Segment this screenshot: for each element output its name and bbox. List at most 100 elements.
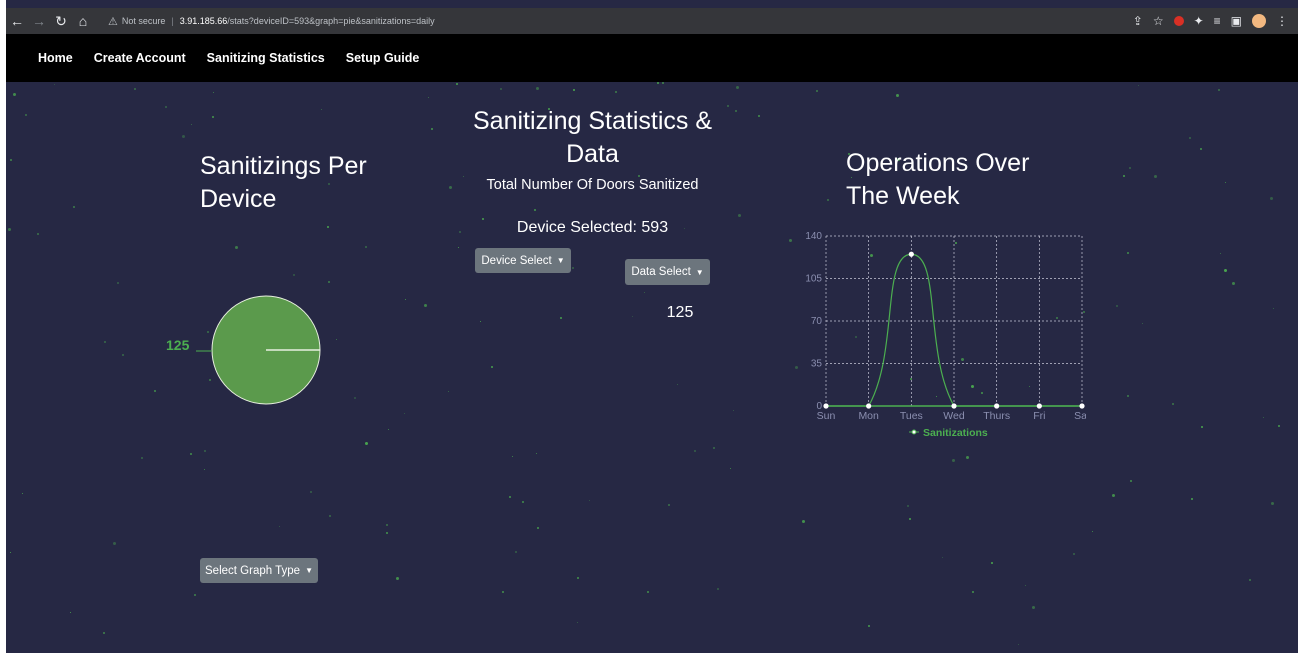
- device-select-dropdown[interactable]: Device Select ▼: [475, 248, 571, 273]
- star-dot: [537, 527, 539, 529]
- separator: |: [171, 16, 174, 26]
- share-icon[interactable]: ⇪: [1133, 14, 1143, 28]
- star-dot: [736, 86, 739, 89]
- legend-label: Sanitizations: [923, 427, 988, 439]
- star-dot: [456, 83, 458, 85]
- reload-icon[interactable]: ↻: [50, 13, 72, 30]
- star-dot: [515, 551, 517, 553]
- extension-icon[interactable]: [1173, 16, 1184, 26]
- star-dot: [730, 468, 731, 469]
- x-tick-label: Fri: [1033, 410, 1045, 422]
- caret-down-icon: ▼: [305, 566, 313, 575]
- nav-sanitizing-statistics[interactable]: Sanitizing Statistics: [207, 51, 325, 65]
- star-dot: [758, 115, 760, 117]
- y-tick-label: 105: [805, 274, 822, 285]
- star-dot: [1018, 644, 1019, 645]
- star-dot: [733, 410, 734, 411]
- star-dot: [534, 209, 536, 211]
- star-dot: [1032, 606, 1035, 609]
- title-line: Data: [566, 140, 619, 168]
- star-dot: [365, 246, 367, 248]
- star-dot: [1200, 148, 1202, 150]
- caret-down-icon: ▼: [695, 267, 704, 277]
- star-dot: [577, 577, 579, 579]
- star-dot: [321, 109, 322, 110]
- bookmark-star-icon[interactable]: ☆: [1153, 14, 1164, 28]
- star-dot: [448, 391, 449, 392]
- browser-toolbar: ← → ↻ ⌂ ⚠ Not secure | 3.91.185.66 /stat…: [6, 8, 1298, 34]
- star-dot: [713, 447, 715, 449]
- star-dot: [117, 282, 119, 284]
- browser-actions: ⇪ ☆ ✦ ≡ ▣ ⋮: [1133, 14, 1298, 28]
- star-dot: [572, 267, 574, 269]
- star-dot: [1249, 579, 1251, 581]
- data-point: [908, 251, 914, 257]
- star-dot: [25, 114, 27, 116]
- reading-list-icon[interactable]: ≡: [1214, 14, 1221, 28]
- address-bar[interactable]: ⚠ Not secure | 3.91.185.66 /stats?device…: [108, 15, 435, 28]
- nav-create-account[interactable]: Create Account: [94, 51, 186, 65]
- puzzle-extensions-icon[interactable]: ✦: [1194, 14, 1204, 28]
- forward-icon[interactable]: →: [28, 13, 50, 29]
- star-dot: [509, 496, 511, 498]
- menu-dots-icon[interactable]: ⋮: [1276, 14, 1288, 28]
- star-dot: [738, 214, 741, 217]
- star-dot: [141, 457, 143, 459]
- star-dot: [458, 247, 459, 248]
- star-dot: [1130, 480, 1132, 482]
- star-dot: [942, 557, 943, 558]
- profile-avatar[interactable]: [1252, 14, 1266, 28]
- star-dot: [589, 500, 590, 501]
- line-chart: 03570105140SunMonTuesWedThursFriSatSanit…: [805, 231, 1086, 439]
- nav-setup-guide[interactable]: Setup Guide: [346, 51, 420, 65]
- star-dot: [522, 501, 524, 503]
- data-point: [823, 403, 829, 409]
- main-navbar: Home Create Account Sanitizing Statistic…: [6, 34, 1298, 82]
- star-dot: [536, 87, 539, 90]
- star-dot: [1220, 253, 1221, 254]
- device-selected-text: Device Selected: 593: [516, 219, 669, 236]
- star-dot: [235, 246, 238, 249]
- star-dot: [212, 116, 214, 118]
- star-dot: [615, 91, 617, 93]
- title-line: The Week: [846, 182, 960, 210]
- data-point: [951, 403, 957, 409]
- star-dot: [1172, 403, 1174, 405]
- star-dot: [13, 93, 16, 96]
- star-dot: [632, 316, 633, 317]
- nav-home[interactable]: Home: [38, 51, 73, 65]
- star-dot: [10, 159, 12, 161]
- star-dot: [134, 88, 136, 90]
- title-line: Device: [200, 185, 277, 213]
- title-line: Sanitizing Statistics &: [473, 107, 712, 135]
- star-dot: [327, 226, 329, 228]
- star-dot: [1189, 137, 1191, 139]
- data-select-dropdown[interactable]: Data Select ▼: [625, 259, 710, 285]
- back-icon[interactable]: ←: [6, 13, 28, 29]
- star-dot: [1271, 502, 1274, 505]
- star-dot: [293, 274, 295, 276]
- data-point: [1079, 403, 1085, 409]
- star-dot: [1263, 417, 1264, 418]
- star-dot: [204, 469, 205, 470]
- star-dot: [405, 299, 406, 300]
- star-dot: [213, 92, 214, 93]
- star-dot: [279, 526, 280, 527]
- star-dot: [386, 532, 388, 534]
- star-dot: [966, 456, 969, 459]
- star-dot: [1092, 531, 1093, 532]
- star-dot: [336, 339, 337, 340]
- star-dot: [1123, 175, 1125, 177]
- star-dot: [500, 88, 502, 90]
- side-panel-icon[interactable]: ▣: [1231, 14, 1242, 28]
- select-graph-type-dropdown[interactable]: Select Graph Type ▼: [200, 558, 318, 583]
- star-dot: [1129, 167, 1131, 169]
- home-icon[interactable]: ⌂: [72, 13, 94, 29]
- star-dot: [1142, 323, 1143, 324]
- dropdown-label: Data Select: [631, 266, 691, 278]
- star-dot: [10, 552, 11, 553]
- star-dot: [428, 97, 429, 98]
- star-dot: [1278, 425, 1280, 427]
- star-dot: [204, 450, 206, 452]
- star-dot: [896, 94, 899, 97]
